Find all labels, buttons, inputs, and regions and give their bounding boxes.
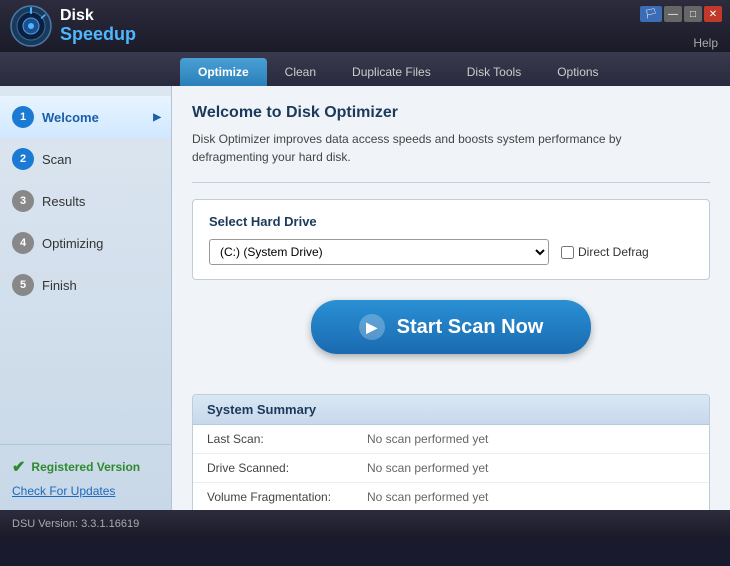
logo-text: Disk Speedup [60, 7, 136, 44]
play-icon: ▶ [359, 314, 385, 340]
drive-select[interactable]: (C:) (System Drive) [209, 239, 549, 265]
summary-value-last-scan: No scan performed yet [353, 425, 709, 454]
select-drive-box: Select Hard Drive (C:) (System Drive) Di… [192, 199, 710, 280]
sidebar-item-results-label: Results [42, 194, 85, 209]
content-divider [192, 182, 710, 183]
step-1-circle: 1 [12, 106, 34, 128]
sidebar-bottom: ✔ Registered Version Check For Updates [0, 444, 171, 510]
direct-defrag-text: Direct Defrag [578, 245, 649, 259]
logo-speedup-text: Speedup [60, 25, 136, 45]
check-updates-link[interactable]: Check For Updates [12, 484, 115, 498]
summary-value-drive-scanned: No scan performed yet [353, 454, 709, 483]
step-4-circle: 4 [12, 232, 34, 254]
status-bar: DSU Version: 3.3.1.16619 [0, 510, 730, 538]
table-row: Volume Fragmentation: No scan performed … [193, 483, 709, 511]
scan-btn-wrapper: ▶ Start Scan Now [192, 300, 710, 374]
summary-header: System Summary [193, 395, 709, 425]
logo-disk-text: Disk [60, 7, 136, 25]
registered-label: Registered Version [31, 460, 140, 474]
sidebar: 1 Welcome 2 Scan 3 Results 4 Optimizing … [0, 86, 172, 510]
minimize-button[interactable]: — [664, 6, 682, 22]
direct-defrag-label[interactable]: Direct Defrag [561, 245, 649, 259]
logo-area: Disk Speedup [10, 5, 136, 47]
version-text: DSU Version: 3.3.1.16619 [12, 518, 139, 530]
registered-badge: ✔ Registered Version [12, 457, 159, 477]
nav-bar: Optimize Clean Duplicate Files Disk Tool… [0, 52, 730, 86]
drive-controls: (C:) (System Drive) Direct Defrag [209, 239, 693, 265]
sidebar-item-optimizing[interactable]: 4 Optimizing [0, 222, 171, 264]
step-5-circle: 5 [12, 274, 34, 296]
page-title: Welcome to Disk Optimizer [192, 104, 710, 122]
table-row: Last Scan: No scan performed yet [193, 425, 709, 454]
summary-value-volume-frag: No scan performed yet [353, 483, 709, 511]
sidebar-item-welcome[interactable]: 1 Welcome [0, 96, 171, 138]
tab-duplicate-files[interactable]: Duplicate Files [334, 58, 449, 86]
tab-clean[interactable]: Clean [267, 58, 334, 86]
summary-label-volume-frag: Volume Fragmentation: [193, 483, 353, 511]
sidebar-item-finish[interactable]: 5 Finish [0, 264, 171, 306]
help-link[interactable]: Help [693, 36, 718, 50]
step-3-circle: 3 [12, 190, 34, 212]
logo-icon [10, 5, 52, 47]
sidebar-item-results[interactable]: 3 Results [0, 180, 171, 222]
summary-table: Last Scan: No scan performed yet Drive S… [193, 425, 709, 510]
sidebar-item-scan[interactable]: 2 Scan [0, 138, 171, 180]
system-summary-box: System Summary Last Scan: No scan perfor… [192, 394, 710, 510]
sidebar-item-optimizing-label: Optimizing [42, 236, 103, 251]
summary-label-drive-scanned: Drive Scanned: [193, 454, 353, 483]
table-row: Drive Scanned: No scan performed yet [193, 454, 709, 483]
start-scan-label: Start Scan Now [397, 316, 544, 339]
check-circle-icon: ✔ [12, 457, 25, 477]
maximize-button[interactable]: □ [684, 6, 702, 22]
summary-label-last-scan: Last Scan: [193, 425, 353, 454]
direct-defrag-checkbox[interactable] [561, 246, 574, 259]
sidebar-item-welcome-label: Welcome [42, 110, 99, 125]
tab-options[interactable]: Options [539, 58, 616, 86]
sidebar-item-finish-label: Finish [42, 278, 77, 293]
content-description: Disk Optimizer improves data access spee… [192, 130, 672, 166]
content-area: Welcome to Disk Optimizer Disk Optimizer… [172, 86, 730, 510]
tab-optimize[interactable]: Optimize [180, 58, 267, 86]
window-controls: 🏳 — □ ✕ [640, 6, 722, 22]
start-scan-button[interactable]: ▶ Start Scan Now [311, 300, 592, 354]
main-layout: 1 Welcome 2 Scan 3 Results 4 Optimizing … [0, 86, 730, 510]
select-drive-label: Select Hard Drive [209, 214, 693, 229]
step-2-circle: 2 [12, 148, 34, 170]
title-bar: Disk Speedup 🏳 — □ ✕ Help [0, 0, 730, 52]
tab-disk-tools[interactable]: Disk Tools [449, 58, 539, 86]
close-button[interactable]: ✕ [704, 6, 722, 22]
sidebar-item-scan-label: Scan [42, 152, 72, 167]
flag-button[interactable]: 🏳 [640, 6, 662, 22]
